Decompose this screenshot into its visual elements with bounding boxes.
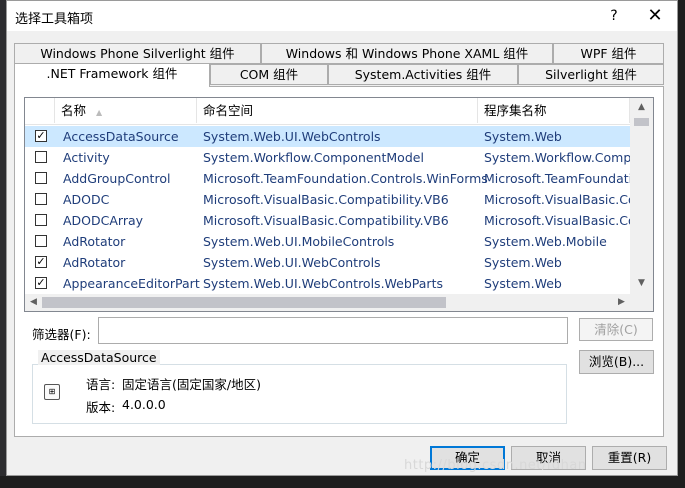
header-name-label: 名称 xyxy=(61,103,87,118)
dialog-title: 选择工具箱项 xyxy=(15,12,94,27)
item-assembly: System.Workflow.Compone xyxy=(484,150,630,165)
version-value: 4.0.0.0 xyxy=(122,397,166,412)
horizontal-scrollbar[interactable]: ◀ ▶ xyxy=(25,294,630,311)
list-item[interactable]: AdRotator System.Web.UI.MobileControls S… xyxy=(25,231,630,252)
item-assembly: System.Web xyxy=(484,255,562,270)
item-namespace: Microsoft.TeamFoundation.Controls.WinFor… xyxy=(203,171,488,186)
item-assembly: System.Web xyxy=(484,276,562,291)
background-status-strip xyxy=(0,476,685,488)
item-name: ADODC xyxy=(63,192,110,207)
tab-system-activities[interactable]: System.Activities 组件 xyxy=(328,64,518,85)
scroll-up-icon[interactable]: ▲ xyxy=(630,98,653,116)
item-namespace: Microsoft.VisualBasic.Compatibility.VB6 xyxy=(203,213,449,228)
header-namespace[interactable]: 命名空间 xyxy=(197,98,478,123)
watermark: http://blog.csdn.net/fdhan xyxy=(404,458,587,473)
list-item[interactable]: ADODC Microsoft.VisualBasic.Compatibilit… xyxy=(25,189,630,210)
item-checkbox[interactable] xyxy=(35,151,47,163)
vertical-scroll-thumb[interactable] xyxy=(634,118,649,126)
header-checkbox-col xyxy=(25,98,55,123)
check-mark-icon: ✓ xyxy=(36,255,46,268)
tab-windows-phone-silverlight[interactable]: Windows Phone Silverlight 组件 xyxy=(14,43,261,64)
item-checkbox[interactable]: ✓ xyxy=(35,130,47,142)
list-item[interactable]: AddGroupControl Microsoft.TeamFoundation… xyxy=(25,168,630,189)
scroll-left-icon[interactable]: ◀ xyxy=(25,294,42,311)
filter-label: 筛选器(F): xyxy=(32,327,91,342)
item-name: Activity xyxy=(63,150,110,165)
header-assembly[interactable]: 程序集名称 xyxy=(478,98,630,123)
filter-input[interactable] xyxy=(98,317,568,344)
vertical-scrollbar[interactable]: ▲ ▼ xyxy=(630,98,653,311)
item-namespace: System.Workflow.ComponentModel xyxy=(203,150,424,165)
language-label: 语言: xyxy=(86,377,116,392)
list-item[interactable]: ✓ AdRotator System.Web.UI.WebControls Sy… xyxy=(25,252,630,273)
close-button[interactable]: ✕ xyxy=(644,5,666,27)
item-namespace: Microsoft.VisualBasic.Compatibility.VB6 xyxy=(203,192,449,207)
title-bar: 选择工具箱项 ? ✕ xyxy=(7,1,677,31)
header-name[interactable]: 名称 ▲ xyxy=(55,98,197,123)
version-label: 版本: xyxy=(86,400,116,415)
help-button[interactable]: ? xyxy=(603,5,625,27)
item-name: AddGroupControl xyxy=(63,171,171,186)
item-checkbox[interactable] xyxy=(35,172,47,184)
item-name: AppearanceEditorPart xyxy=(63,276,200,291)
sort-arrow-icon: ▲ xyxy=(96,108,103,117)
item-name: AccessDataSource xyxy=(63,129,179,144)
tab-wpf[interactable]: WPF 组件 xyxy=(553,43,664,64)
assembly-icon: ⊞ xyxy=(44,384,60,400)
details-title: AccessDataSource xyxy=(38,350,160,365)
list-item[interactable]: Activity System.Workflow.ComponentModel … xyxy=(25,147,630,168)
list-header: 名称 ▲ 命名空间 程序集名称 xyxy=(25,98,630,125)
item-checkbox[interactable]: ✓ xyxy=(35,277,47,289)
item-namespace: System.Web.UI.MobileControls xyxy=(203,234,395,249)
item-checkbox[interactable] xyxy=(35,193,47,205)
reset-button[interactable]: 重置(R) xyxy=(592,446,667,470)
item-assembly: Microsoft.TeamFoundatio xyxy=(484,171,630,186)
item-namespace: System.Web.UI.WebControls.WebParts xyxy=(203,276,443,291)
check-mark-icon: ✓ xyxy=(36,276,46,289)
item-assembly: System.Web xyxy=(484,129,562,144)
component-list[interactable]: 名称 ▲ 命名空间 程序集名称 ✓ AccessDataSource Syste… xyxy=(24,97,654,312)
scroll-down-icon[interactable]: ▼ xyxy=(630,274,653,292)
tab-silverlight[interactable]: Silverlight 组件 xyxy=(518,64,664,85)
item-namespace: System.Web.UI.WebControls xyxy=(203,255,381,270)
scroll-right-icon[interactable]: ▶ xyxy=(613,294,630,311)
language-value: 固定语言(固定国家/地区) xyxy=(122,377,261,392)
item-checkbox[interactable] xyxy=(35,235,47,247)
tab-windows-xaml[interactable]: Windows 和 Windows Phone XAML 组件 xyxy=(261,43,553,64)
browse-button[interactable]: 浏览(B)... xyxy=(579,350,654,374)
clear-button[interactable]: 清除(C) xyxy=(579,318,653,341)
item-name: ADODCArray xyxy=(63,213,144,228)
list-item[interactable]: ✓ AppearanceEditorPart System.Web.UI.Web… xyxy=(25,273,630,294)
item-namespace: System.Web.UI.WebControls xyxy=(203,129,381,144)
tab-com[interactable]: COM 组件 xyxy=(210,64,328,85)
list-item[interactable]: ✓ AccessDataSource System.Web.UI.WebCont… xyxy=(25,126,630,147)
item-checkbox[interactable] xyxy=(35,214,47,226)
item-name: AdRotator xyxy=(63,255,126,270)
check-mark-icon: ✓ xyxy=(36,129,46,142)
tab-dotnet-framework[interactable]: .NET Framework 组件 xyxy=(14,63,210,87)
list-item[interactable]: ADODCArray Microsoft.VisualBasic.Compati… xyxy=(25,210,630,231)
item-assembly: System.Web.Mobile xyxy=(484,234,607,249)
item-assembly: Microsoft.VisualBasic.Co xyxy=(484,213,630,228)
item-checkbox[interactable]: ✓ xyxy=(35,256,47,268)
item-assembly: Microsoft.VisualBasic.Co xyxy=(484,192,630,207)
item-name: AdRotator xyxy=(63,234,126,249)
horizontal-scroll-thumb[interactable] xyxy=(42,297,446,308)
